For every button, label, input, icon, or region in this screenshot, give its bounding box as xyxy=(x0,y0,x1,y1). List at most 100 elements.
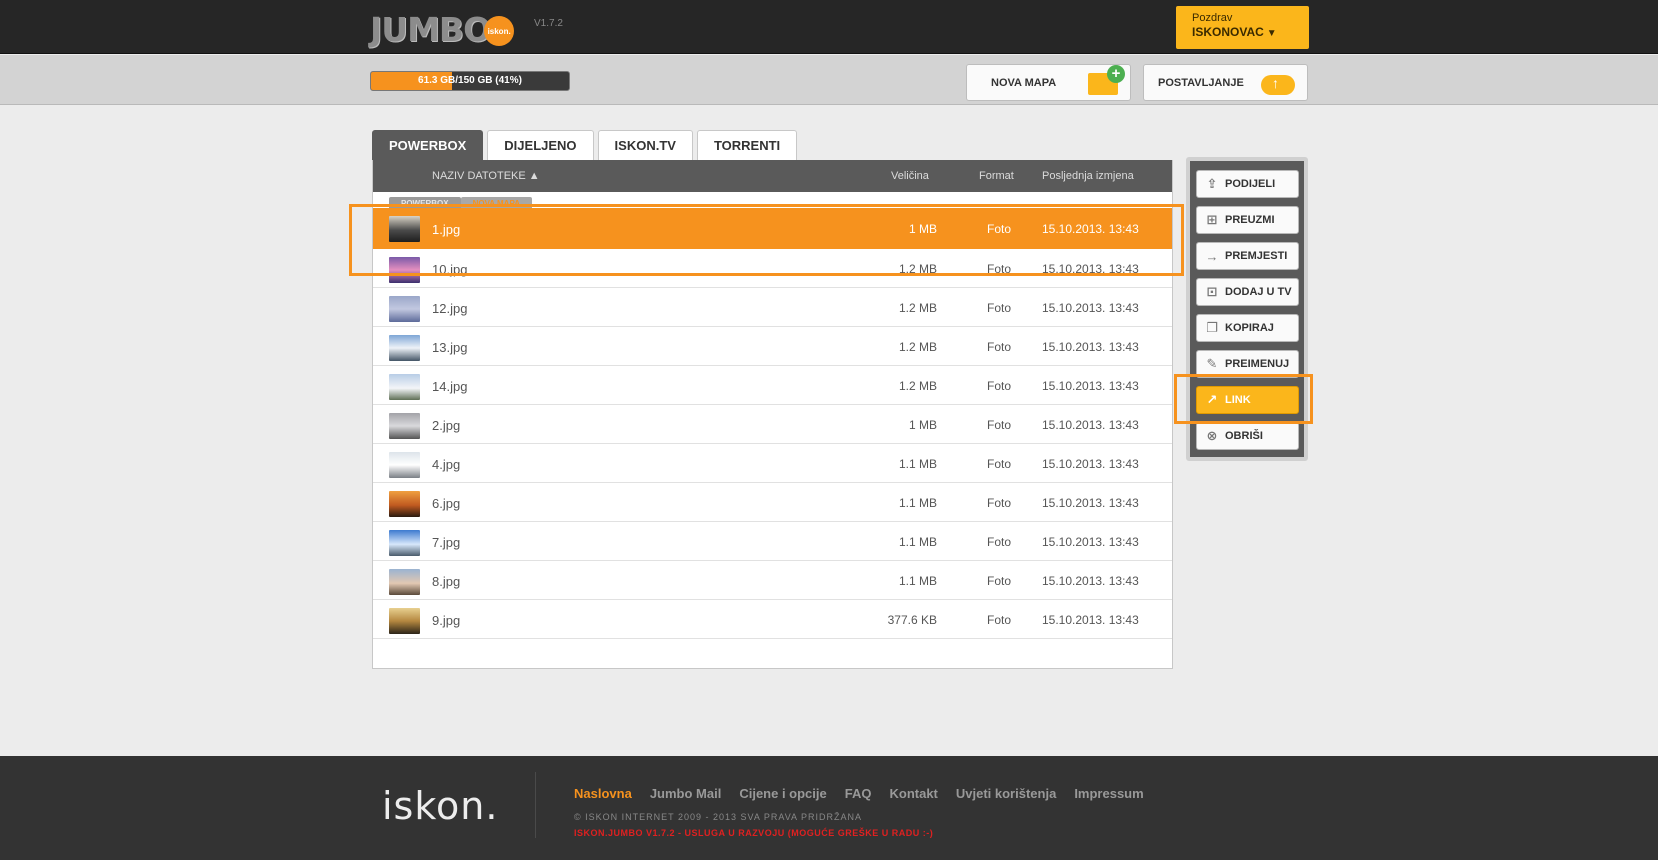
arrow-right-icon: → xyxy=(1205,248,1219,264)
modified-header[interactable]: Posljednja izmjena xyxy=(1042,170,1134,182)
username: ISKONOVAC xyxy=(1192,25,1264,39)
download-button[interactable]: ⊞ PREUZMI xyxy=(1196,206,1299,234)
storage-quota-label: 61.3 GB/150 GB (41%) xyxy=(418,75,522,86)
copy-button[interactable]: ❐ KOPIRAJ xyxy=(1196,314,1299,342)
dev-notice: ISKON.JUMBO V1.7.2 - USLUGA U RAZVOJU (M… xyxy=(574,828,934,838)
footer-link-impressum[interactable]: Impressum xyxy=(1074,786,1143,801)
file-size: 377.6 KB xyxy=(887,613,937,627)
jumbo-logo[interactable]: JUMBO iskon. xyxy=(370,9,515,49)
footer-link-terms[interactable]: Uvjeti korištenja xyxy=(956,786,1056,801)
file-name: 8.jpg xyxy=(432,574,461,589)
thumbnail-image xyxy=(389,491,420,517)
version-label: V1.7.2 xyxy=(534,18,563,29)
file-size: 1.1 MB xyxy=(898,535,937,549)
thumbnail-image xyxy=(389,335,420,361)
file-name: 14.jpg xyxy=(432,379,468,394)
footer-divider xyxy=(535,772,536,838)
footer-link-contact[interactable]: Kontakt xyxy=(889,786,937,801)
tab-shared[interactable]: DIJELJENO xyxy=(487,130,594,160)
file-name: 9.jpg xyxy=(432,613,461,628)
thumbnail-image xyxy=(389,452,420,478)
link-icon: ↗ xyxy=(1206,392,1218,407)
sort-by-name-header[interactable]: NAZIV DATOTEKE ▲ xyxy=(432,170,540,182)
footer-link-jumbo-mail[interactable]: Jumbo Mail xyxy=(650,786,722,801)
table-row[interactable]: 10.jpg 1.2 MB Foto 15.10.2013. 13:43 xyxy=(373,249,1172,288)
file-format: Foto xyxy=(987,262,1012,276)
link-button[interactable]: ↗ LINK xyxy=(1196,386,1299,414)
tab-torrents[interactable]: TORRENTI xyxy=(696,130,798,160)
file-format: Foto xyxy=(987,340,1012,354)
thumbnail-image xyxy=(389,569,420,595)
file-format: Foto xyxy=(987,496,1012,510)
file-name: 4.jpg xyxy=(432,457,461,472)
copyright: © ISKON INTERNET 2009 - 2013 SVA PRAVA P… xyxy=(574,812,863,822)
add-to-tv-button[interactable]: ⊡ DODAJ U TV xyxy=(1196,278,1299,306)
file-format: Foto xyxy=(987,457,1012,471)
file-name: 1.jpg xyxy=(432,222,461,237)
move-button[interactable]: → PREMJESTI xyxy=(1196,242,1299,270)
table-row[interactable]: 12.jpg 1.2 MB Foto 15.10.2013. 13:43 xyxy=(373,288,1172,327)
tab-iskon-tv[interactable]: ISKON.TV xyxy=(597,130,693,160)
share-button[interactable]: ⇪ PODIJELI xyxy=(1196,170,1299,198)
rename-button[interactable]: ✎ PREIMENUJ xyxy=(1196,350,1299,378)
table-row[interactable]: 1.jpg 1 MB Foto 15.10.2013. 13:43 xyxy=(373,208,1172,249)
file-modified: 15.10.2013. 13:43 xyxy=(1042,535,1139,549)
file-size: 1.1 MB xyxy=(898,457,937,471)
file-size: 1.2 MB xyxy=(898,340,937,354)
table-row[interactable]: 4.jpg 1.1 MB Foto 15.10.2013. 13:43 xyxy=(373,444,1172,483)
cloud-upload-icon xyxy=(1261,75,1295,95)
footer-link-pricing[interactable]: Cijene i opcije xyxy=(739,786,826,801)
table-row[interactable]: 9.jpg 377.6 KB Foto 15.10.2013. 13:43 xyxy=(373,600,1172,639)
file-size: 1 MB xyxy=(908,222,937,236)
new-folder-button[interactable]: NOVA MAPA xyxy=(966,64,1131,101)
top-bar: JUMBO iskon. V1.7.2 Pozdrav ISKONOVAC ▼ xyxy=(0,0,1658,54)
file-name: 2.jpg xyxy=(432,418,461,433)
table-row[interactable]: 13.jpg 1.2 MB Foto 15.10.2013. 13:43 xyxy=(373,327,1172,366)
file-format: Foto xyxy=(987,418,1012,432)
share-icon: ⇪ xyxy=(1206,176,1218,191)
table-row[interactable]: 6.jpg 1.1 MB Foto 15.10.2013. 13:43 xyxy=(373,483,1172,522)
file-modified: 15.10.2013. 13:43 xyxy=(1042,301,1139,315)
section-tabs: POWERBOX DIJELJENO ISKON.TV TORRENTI xyxy=(372,130,801,160)
file-size: 1.2 MB xyxy=(898,262,937,276)
file-modified: 15.10.2013. 13:43 xyxy=(1042,574,1139,588)
logo-text: JUMBO xyxy=(370,9,491,49)
thumbnail-image xyxy=(389,413,420,439)
table-row[interactable]: 2.jpg 1 MB Foto 15.10.2013. 13:43 xyxy=(373,405,1172,444)
upload-button[interactable]: POSTAVLJANJE xyxy=(1143,64,1308,101)
iskon-logo[interactable]: iskon. xyxy=(382,784,498,828)
file-name: 13.jpg xyxy=(432,340,468,355)
delete-button[interactable]: ⊗ OBRIŠI xyxy=(1196,422,1299,450)
format-header[interactable]: Format xyxy=(979,170,1014,182)
thumbnail-image xyxy=(389,530,420,556)
chevron-down-icon: ▼ xyxy=(1266,28,1277,39)
storage-quota-bar: 61.3 GB/150 GB (41%) xyxy=(370,71,570,91)
size-header[interactable]: Veličina xyxy=(891,170,929,182)
link-label: LINK xyxy=(1225,394,1251,406)
tab-powerbox[interactable]: POWERBOX xyxy=(372,130,484,160)
file-modified: 15.10.2013. 13:43 xyxy=(1042,457,1139,471)
file-modified: 15.10.2013. 13:43 xyxy=(1042,262,1139,276)
footer-link-faq[interactable]: FAQ xyxy=(845,786,872,801)
thumbnail-image xyxy=(389,374,420,400)
copy-label: KOPIRAJ xyxy=(1225,322,1274,334)
rename-label: PREIMENUJ xyxy=(1225,358,1290,370)
logo-badge: iskon. xyxy=(484,16,515,46)
pencil-icon: ✎ xyxy=(1206,356,1218,371)
file-size: 1 MB xyxy=(908,418,937,432)
table-header: NAZIV DATOTEKE ▲ Veličina Format Posljed… xyxy=(373,160,1172,192)
thumbnail-image xyxy=(389,216,420,242)
table-row[interactable]: 7.jpg 1.1 MB Foto 15.10.2013. 13:43 xyxy=(373,522,1172,561)
user-menu-button[interactable]: Pozdrav ISKONOVAC ▼ xyxy=(1176,6,1309,49)
file-format: Foto xyxy=(987,535,1012,549)
thumbnail-image xyxy=(389,257,420,283)
thumbnail-image xyxy=(389,608,420,634)
file-size: 1.1 MB xyxy=(898,574,937,588)
table-row[interactable]: 8.jpg 1.1 MB Foto 15.10.2013. 13:43 xyxy=(373,561,1172,600)
toolbar: 61.3 GB/150 GB (41%) NOVA MAPA POSTAVLJA… xyxy=(0,55,1658,105)
table-row[interactable]: 14.jpg 1.2 MB Foto 15.10.2013. 13:43 xyxy=(373,366,1172,405)
footer-nav: Naslovna Jumbo Mail Cijene i opcije FAQ … xyxy=(574,786,1162,801)
footer-link-home[interactable]: Naslovna xyxy=(574,786,632,801)
file-modified: 15.10.2013. 13:43 xyxy=(1042,222,1139,236)
file-format: Foto xyxy=(987,222,1012,236)
